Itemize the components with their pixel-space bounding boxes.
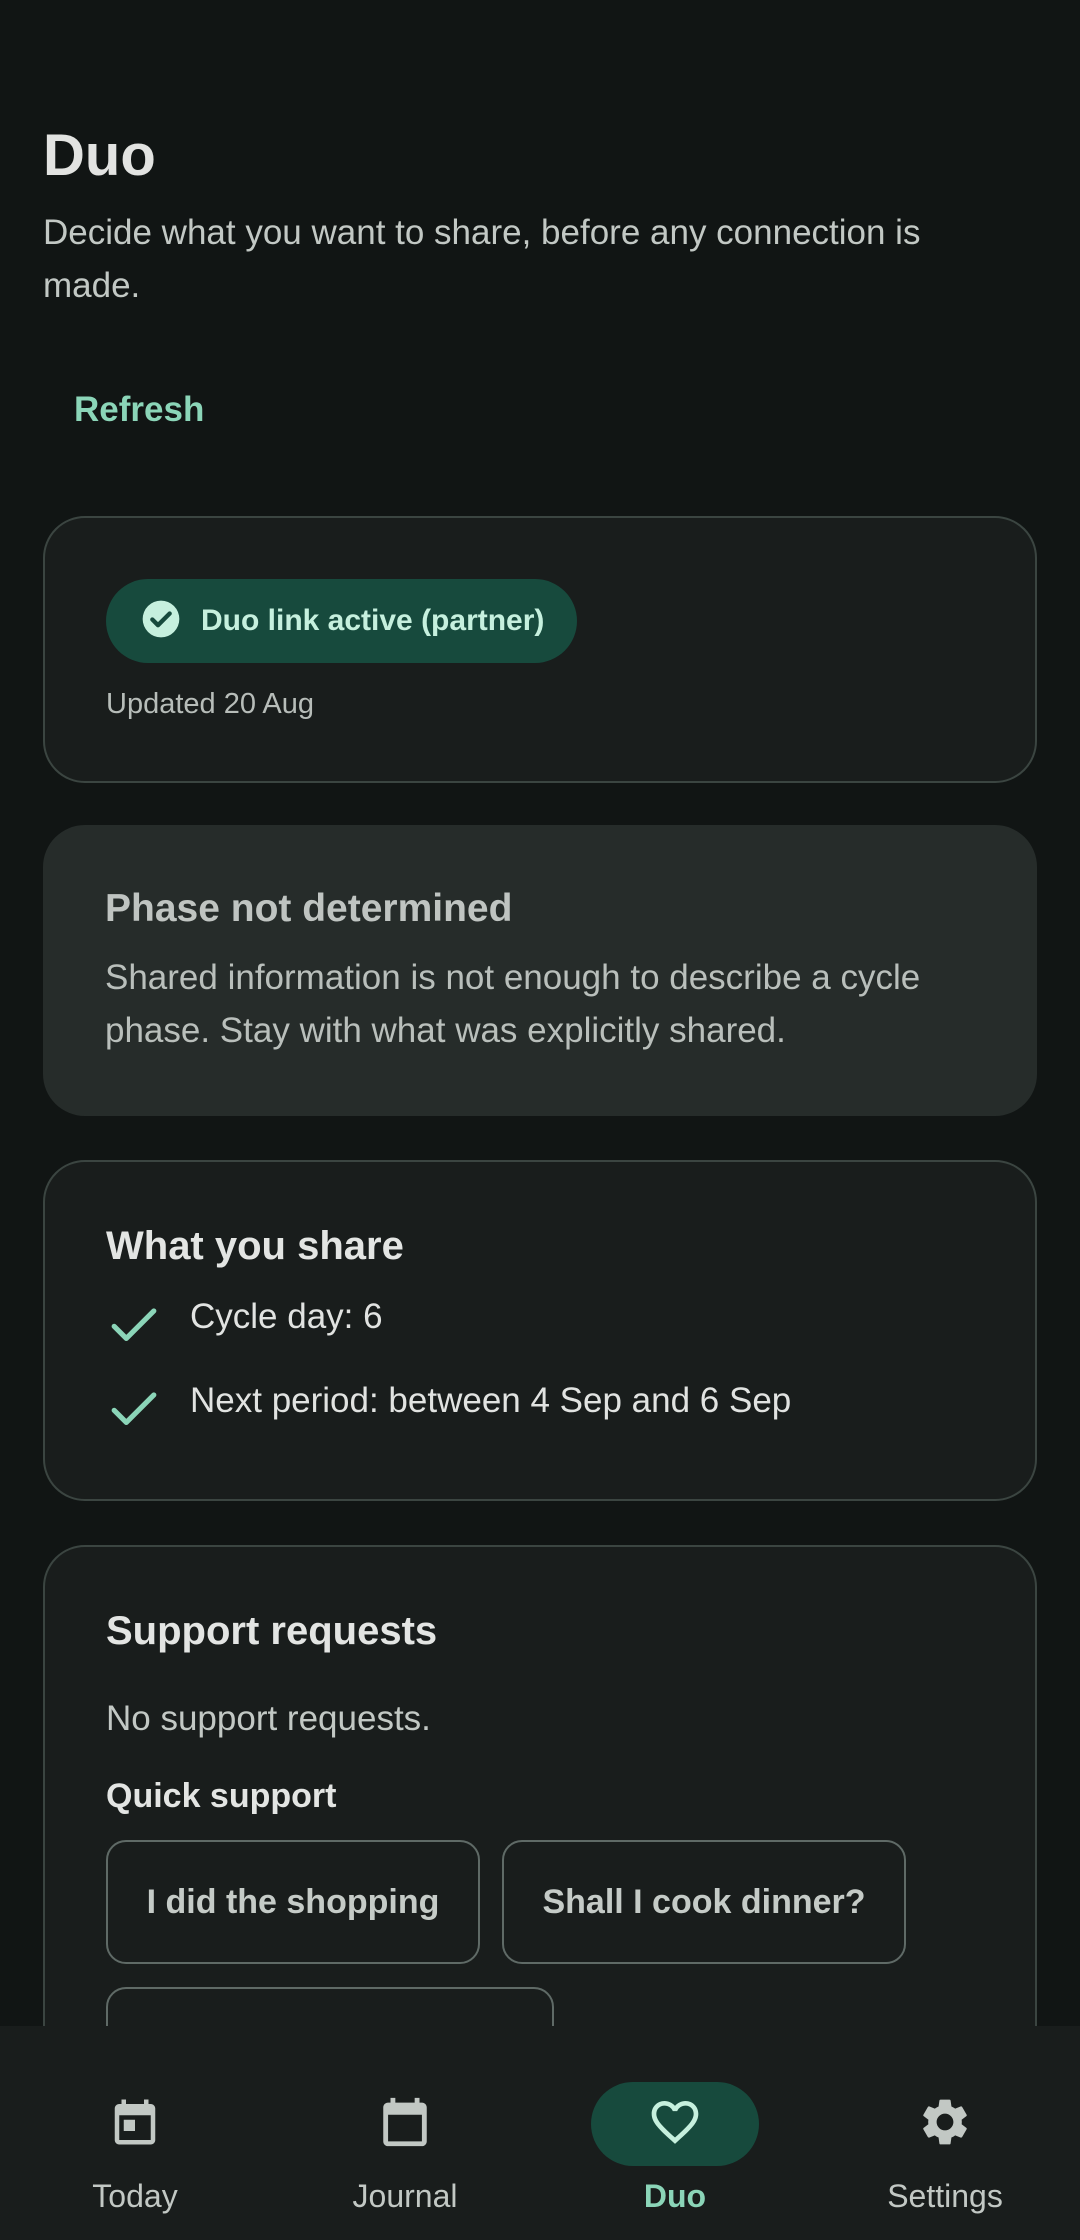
heart-icon xyxy=(647,2094,703,2155)
nav-settings-indicator xyxy=(861,2082,1029,2166)
share-item-next-period: Next period: between 4 Sep and 6 Sep xyxy=(106,1380,791,1441)
share-card: What you share Cycle day: 6 Next period:… xyxy=(43,1160,1037,1501)
nav-journal-label: Journal xyxy=(352,2178,458,2214)
nav-journal[interactable]: Journal xyxy=(270,2054,540,2224)
share-item-label: Next period: between 4 Sep and 6 Sep xyxy=(190,1381,792,1420)
nav-duo-indicator xyxy=(591,2082,759,2166)
share-title: What you share xyxy=(106,1224,404,1268)
gear-icon xyxy=(917,2094,973,2155)
support-title: Support requests xyxy=(106,1609,438,1653)
support-empty-text: No support requests. xyxy=(106,1699,431,1738)
share-item-label: Cycle day: 6 xyxy=(190,1297,383,1336)
calendar-today-icon xyxy=(108,2095,162,2154)
phase-description: Shared information is not enough to desc… xyxy=(105,958,921,1050)
refresh-button[interactable]: Refresh xyxy=(43,376,235,444)
quick-support-shopping-button[interactable]: I did the shopping xyxy=(106,1840,480,1964)
scroll-content[interactable]: Duo Decide what you want to share, befor… xyxy=(0,0,1080,2026)
link-status-chip: Duo link active (partner) xyxy=(106,579,578,663)
support-card: Support requests No support requests. Qu… xyxy=(43,1545,1037,2026)
page-subtitle: Decide what you want to share, before an… xyxy=(43,213,921,305)
quick-support-more-button[interactable] xyxy=(106,1987,554,2026)
phase-card: Phase not determined Shared information … xyxy=(43,825,1037,1116)
page-title: Duo xyxy=(43,123,156,188)
nav-today[interactable]: Today xyxy=(0,2054,270,2224)
check-circle-icon xyxy=(141,599,181,644)
bottom-navigation: Today Journal Duo Settings xyxy=(0,2026,1080,2240)
phase-title: Phase not determined xyxy=(105,887,513,930)
check-icon xyxy=(106,1380,162,1441)
nav-duo-label: Duo xyxy=(643,2178,707,2214)
link-status-card: Duo link active (partner) Updated 20 Aug xyxy=(43,516,1037,783)
quick-support-cook-dinner-button[interactable]: Shall I cook dinner? xyxy=(502,1840,906,1964)
share-item-cycle-day: Cycle day: 6 xyxy=(106,1296,383,1357)
updated-timestamp: Updated 20 Aug xyxy=(106,688,315,720)
quick-support-title: Quick support xyxy=(106,1777,337,1815)
nav-journal-indicator xyxy=(321,2082,489,2166)
nav-today-indicator xyxy=(51,2082,219,2166)
calendar-icon xyxy=(376,2093,434,2156)
link-status-label: Duo link active (partner) xyxy=(201,604,545,637)
nav-settings-label: Settings xyxy=(887,2178,1003,2214)
check-icon xyxy=(106,1296,162,1357)
nav-today-label: Today xyxy=(92,2178,178,2214)
nav-settings[interactable]: Settings xyxy=(810,2054,1080,2224)
nav-duo[interactable]: Duo xyxy=(540,2054,810,2224)
